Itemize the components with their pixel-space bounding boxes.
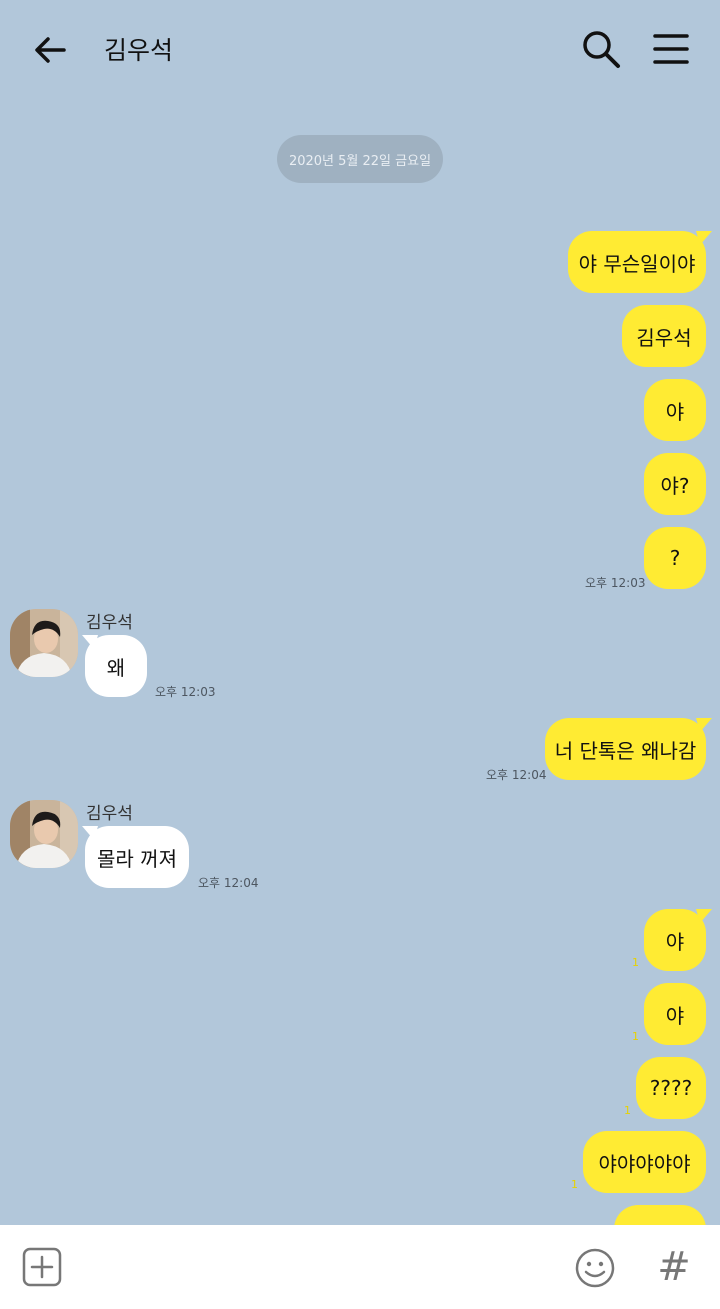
chat-title: 김우석 [104, 36, 174, 65]
my-message-bubble[interactable]: 야 [644, 379, 706, 441]
date-divider: 2020년 5월 22일 금요일 [277, 135, 443, 183]
chat-header: 김우석 [0, 0, 720, 100]
sender-name: 김우석 [86, 613, 133, 633]
bubble-tail [696, 231, 712, 245]
hashtag-icon[interactable]: # [654, 1245, 694, 1289]
unread-count: 1 [632, 1030, 639, 1043]
emoji-icon[interactable] [574, 1247, 616, 1289]
message-time: 오후 12:04 [486, 768, 547, 782]
my-message-bubble[interactable]: 야 무슨일이야 [568, 231, 706, 293]
my-message-bubble[interactable]: ? [644, 527, 706, 589]
avatar[interactable] [10, 800, 78, 868]
menu-icon[interactable] [652, 30, 690, 68]
bubble-tail [696, 909, 712, 923]
profile-photo [10, 800, 78, 868]
attach-plus-icon[interactable] [22, 1247, 62, 1287]
my-message-bubble[interactable]: 너 단톡은 왜나감 [545, 718, 706, 780]
my-message-bubble[interactable]: 야야야야야 [583, 1131, 706, 1193]
sender-name: 김우석 [86, 804, 133, 824]
unread-count: 1 [624, 1104, 631, 1117]
my-message-bubble[interactable]: 김우석 [622, 305, 706, 367]
other-message-bubble[interactable]: 왜 [85, 635, 147, 697]
input-bar: # [0, 1225, 720, 1309]
my-message-bubble[interactable]: ???? [636, 1057, 706, 1119]
message-time: 오후 12:04 [198, 876, 259, 890]
message-time: 오후 12:03 [155, 685, 216, 699]
other-message-bubble[interactable]: 몰라 꺼져 [85, 826, 189, 888]
message-time: 오후 12:03 [585, 576, 646, 590]
unread-count: 1 [632, 956, 639, 969]
profile-photo [10, 609, 78, 677]
bubble-tail [696, 718, 712, 732]
my-message-bubble[interactable]: 야 [644, 983, 706, 1045]
search-icon[interactable] [580, 28, 622, 70]
back-arrow-icon[interactable] [30, 30, 70, 70]
my-message-bubble[interactable]: 야? [644, 453, 706, 515]
avatar[interactable] [10, 609, 78, 677]
unread-count: 1 [571, 1178, 578, 1191]
